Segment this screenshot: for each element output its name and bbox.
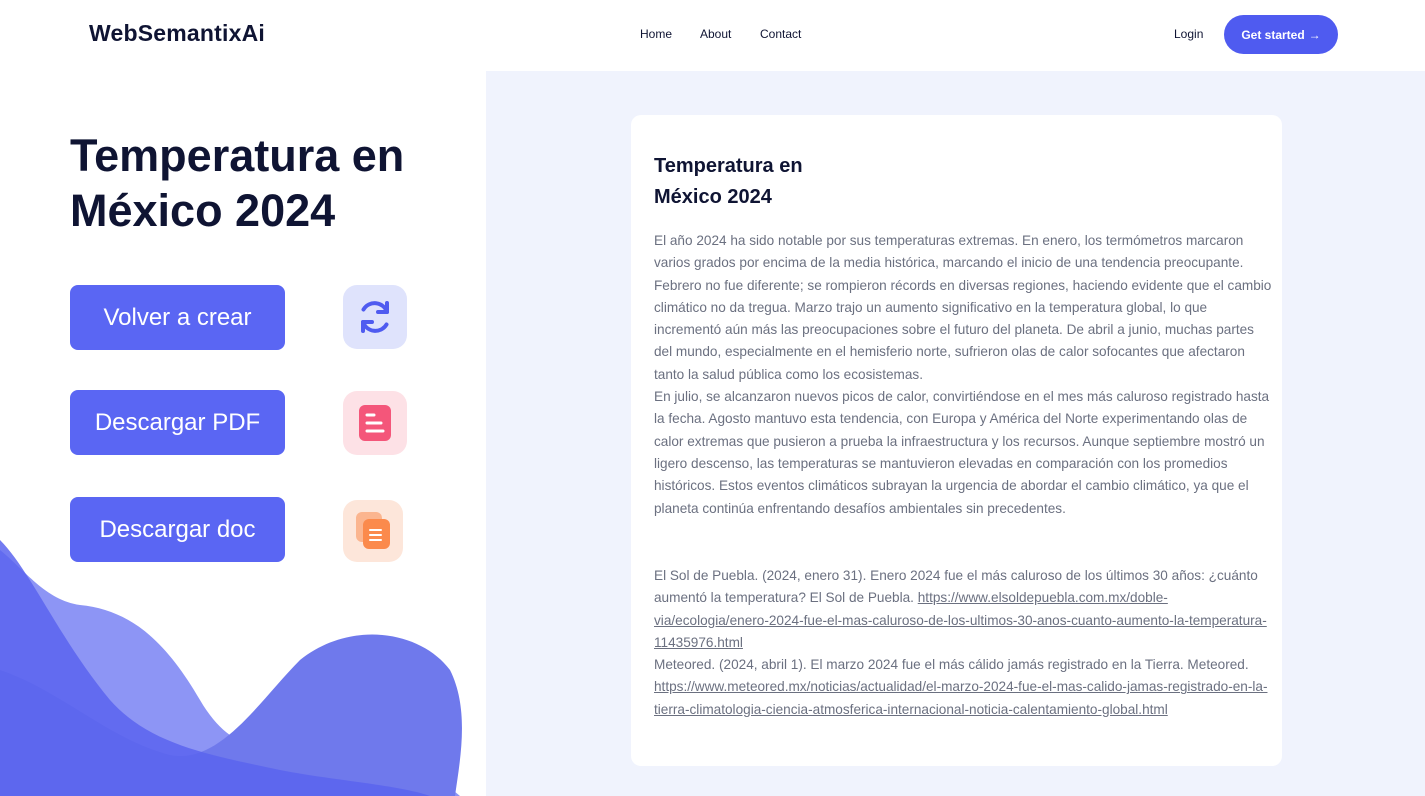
article-body: El año 2024 ha sido notable por sus temp… [654, 230, 1274, 520]
reference-1: El Sol de Puebla. (2024, enero 31). Ener… [654, 565, 1274, 654]
get-started-button[interactable]: Get started → [1224, 15, 1338, 54]
get-started-label: Get started [1241, 27, 1305, 42]
page-title: Temperatura en México 2024 [70, 130, 405, 236]
nav-link-contact[interactable]: Contact [760, 27, 801, 41]
article-card: Temperatura en México 2024 El año 2024 h… [631, 115, 1282, 766]
reference-2-text: Meteored. (2024, abril 1). El marzo 2024… [654, 657, 1249, 673]
nav-link-home[interactable]: Home [640, 27, 672, 41]
article-title-line-2: México 2024 [654, 186, 772, 208]
document-icon[interactable] [343, 391, 407, 455]
nav-link-about[interactable]: About [700, 27, 731, 41]
article-title: Temperatura en México 2024 [654, 151, 904, 213]
recreate-button[interactable]: Volver a crear [70, 285, 285, 350]
reference-2: Meteored. (2024, abril 1). El marzo 2024… [654, 654, 1274, 721]
refresh-icon[interactable] [343, 285, 407, 349]
arrow-right-icon: → [1308, 27, 1321, 42]
refresh-icon-glyph [361, 301, 389, 333]
copy-document-icon[interactable] [343, 500, 403, 562]
login-link[interactable]: Login [1174, 27, 1203, 41]
pdf-icon-glyph [359, 405, 391, 441]
brand-logo[interactable]: WebSemantixAi [89, 20, 265, 47]
top-navbar: WebSemantixAi Home About Contact Login G… [0, 0, 1425, 71]
article-title-line-1: Temperatura en [654, 155, 803, 177]
decorative-blobs [0, 540, 462, 796]
references: El Sol de Puebla. (2024, enero 31). Ener… [654, 565, 1274, 721]
download-pdf-button[interactable]: Descargar PDF [70, 390, 285, 455]
reference-2-link[interactable]: https://www.meteored.mx/noticias/actuali… [654, 679, 1267, 716]
article-paragraph-1: El año 2024 ha sido notable por sus temp… [654, 233, 1272, 382]
doc-icon-glyph [356, 512, 390, 549]
download-doc-button[interactable]: Descargar doc [70, 497, 285, 562]
article-paragraph-2: En julio, se alcanzaron nuevos picos de … [654, 389, 1270, 516]
